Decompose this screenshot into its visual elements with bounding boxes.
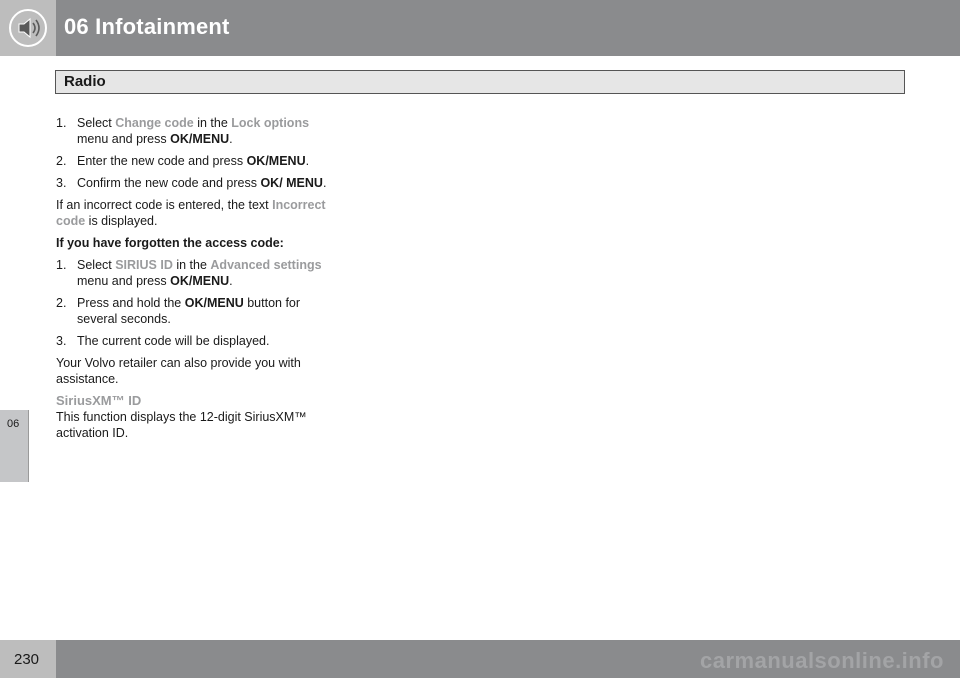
button-term: OK/MENU	[246, 154, 306, 168]
step-number: 2.	[56, 296, 67, 310]
chapter-icon-box	[0, 0, 56, 56]
step-number: 2.	[56, 154, 67, 168]
watermark: carmanualsonline.info	[700, 648, 944, 673]
step-number: 1.	[56, 116, 67, 130]
button-term: OK/MENU	[170, 274, 230, 288]
content-column: 1. Select Change code in the Lock option…	[56, 115, 331, 447]
chapter-title: 06 Infotainment	[64, 14, 230, 39]
step-text: Enter the new code and press OK/MENU.	[77, 154, 310, 168]
list-item: 2. Press and hold the OK/MENU button for…	[56, 295, 331, 327]
forgot-code-heading: If you have forgotten the access code:	[56, 236, 284, 250]
retailer-note: Your Volvo retailer can also provide you…	[56, 356, 301, 386]
button-term: OK/MENU	[184, 296, 244, 310]
left-rail	[0, 56, 56, 640]
step-number: 3.	[56, 334, 67, 348]
list-item: 1. Select SIRIUS ID in the Advanced sett…	[56, 257, 331, 289]
button-term: OK/MENU	[170, 132, 230, 146]
page-number: 230	[14, 651, 40, 668]
step-text: Press and hold the OK/MENU button for se…	[77, 296, 301, 326]
step-text: Select SIRIUS ID in the Advanced setting…	[77, 258, 322, 288]
section-bar	[55, 70, 905, 94]
step-text: The current code will be displayed.	[77, 334, 270, 348]
list-item: 1. Select Change code in the Lock option…	[56, 115, 331, 147]
step-text: Confirm the new code and press OK/ MENU.	[77, 176, 327, 190]
incorrect-code-note: If an incorrect code is entered, the tex…	[56, 198, 326, 228]
step-number: 1.	[56, 258, 67, 272]
menu-term: SIRIUS ID	[115, 258, 173, 272]
list-item: 3. The current code will be displayed.	[56, 333, 331, 349]
speaker-icon	[9, 9, 47, 47]
siriusxm-heading: SiriusXM™ ID	[56, 393, 142, 408]
button-term: OK/ MENU	[260, 176, 323, 190]
menu-term: Lock options	[231, 116, 310, 130]
chapter-tab-label: 06	[7, 418, 20, 430]
step-text: Select Change code in the Lock options m…	[77, 116, 310, 146]
list-item: 2. Enter the new code and press OK/MENU.	[56, 153, 331, 169]
step-number: 3.	[56, 176, 67, 190]
siriusxm-body: This function displays the 12-digit Siri…	[56, 410, 307, 440]
list-item: 3. Confirm the new code and press OK/ ME…	[56, 175, 331, 191]
section-title: Radio	[64, 73, 106, 90]
menu-term: Advanced settings	[210, 258, 322, 272]
menu-term: Change code	[115, 116, 194, 130]
